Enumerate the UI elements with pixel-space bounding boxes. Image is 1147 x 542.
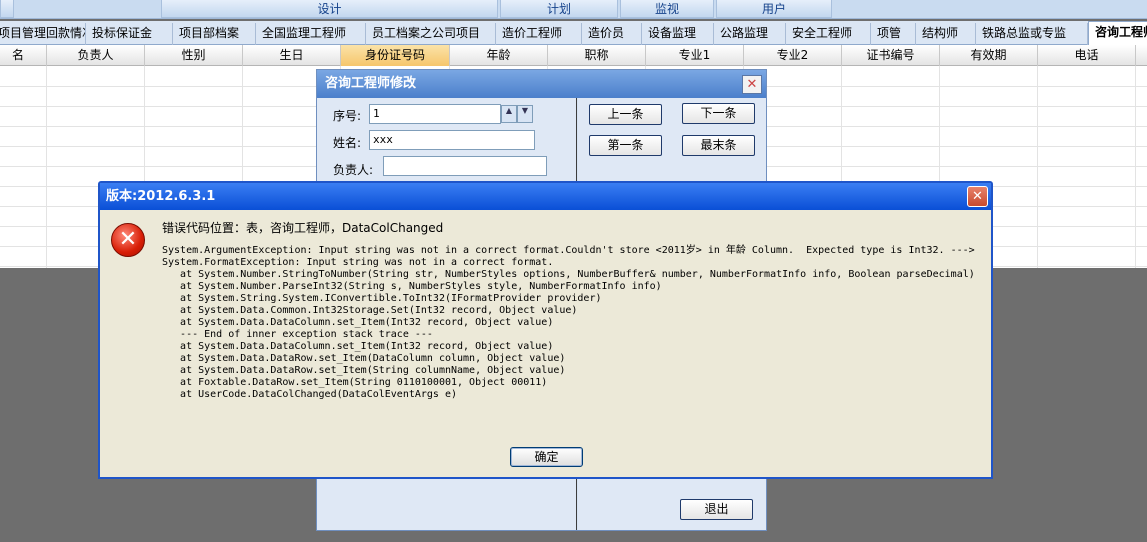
edit-window-title: 咨询工程师修改 [317,70,766,98]
sheet-tab[interactable]: 项管 [871,23,916,45]
first-record-button[interactable]: 第一条 [589,135,662,156]
column-header[interactable]: 有效期 [940,45,1038,66]
column-header[interactable]: 性别 [145,45,243,66]
sheet-tab[interactable]: 公路监理 [714,23,786,45]
sheet-tab-strip: 项目管理回款情况投标保证金项目部档案全国监理工程师员工档案之公司项目造价工程师造… [0,21,1147,46]
stack-trace-line: at System.Data.DataRow.set_Item(String c… [162,365,566,376]
sheet-tab[interactable]: 项目管理回款情况 [0,23,86,45]
stack-trace-line: at System.Number.ParseInt32(String s, Nu… [162,281,662,292]
seq-field[interactable]: 1 [369,104,501,124]
sheet-tab[interactable]: 设备监理 [642,23,714,45]
owner-field[interactable] [383,156,547,176]
ribbon-tab[interactable]: 计划 [500,0,618,18]
seq-label: 序号: [333,109,362,123]
column-header[interactable]: 负责人 [47,45,145,66]
name-field[interactable]: xxx [369,130,535,150]
edit-window-close-button[interactable]: ✕ [742,75,762,94]
stack-trace-line: at System.Data.DataColumn.set_Item(Int32… [162,317,554,328]
seq-spin-icon[interactable]: ▲ [501,105,517,123]
ok-button[interactable]: 确定 [510,447,583,467]
sheet-tab[interactable]: 安全工程师 [786,23,871,45]
stack-trace-line: System.ArgumentException: Input string w… [162,245,975,256]
stack-trace-line: at UserCode.DataColChanged(DataColEventA… [162,389,458,400]
column-header[interactable]: 名 [0,45,47,66]
sheet-tab[interactable]: 员工档案之公司项目 [366,23,496,45]
sheet-tab-active[interactable]: 咨询工程师 [1088,21,1147,46]
column-header[interactable]: 专业1 [646,45,744,66]
prev-record-button[interactable]: 上一条 [589,104,662,125]
stack-trace-line: at System.Data.DataColumn.set_Item(Int32… [162,341,554,352]
ribbon-tab[interactable] [0,0,14,18]
next-record-button[interactable]: 下一条 [682,103,755,124]
sheet-tab[interactable]: 造价员 [582,23,642,45]
error-icon: ✕ [111,223,145,257]
ribbon-tab[interactable]: 监视 [620,0,714,18]
error-location-text: 错误代码位置：表，咨询工程师，DataColChanged [162,221,444,235]
error-dialog-close-button[interactable]: ✕ [967,186,988,207]
last-record-button[interactable]: 最末条 [682,135,755,156]
seq-dropdown-icon[interactable]: ▼ [517,105,533,123]
sheet-tab[interactable]: 结构师 [916,23,976,45]
column-header[interactable]: 证书编号 [842,45,940,66]
sheet-tab[interactable]: 投标保证金 [86,23,173,45]
column-header[interactable]: 职称 [548,45,646,66]
owner-label: 负责人: [333,163,374,177]
column-header[interactable]: 生日 [243,45,341,66]
ribbon-tab[interactable]: 用户 [716,0,832,18]
grid-header: 名负责人 性别 生日 身份证号码 年龄 职称 专业1 专业2 证书编号 有效期 电话 [0,45,1147,66]
grid-column-line [46,66,47,268]
error-dialog-title: 版本:2012.6.3.1 [100,183,991,210]
stack-trace-line: at Foxtable.DataRow.set_Item(String 0110… [162,377,548,388]
error-stack-trace: System.ArgumentException: Input string w… [162,245,975,401]
column-header[interactable]: 电话 [1038,45,1136,66]
stack-trace-line: at System.Data.Common.Int32Storage.Set(I… [162,305,578,316]
error-dialog: 版本:2012.6.3.1 ✕ ✕ 错误代码位置：表，咨询工程师，DataCol… [98,181,993,479]
stack-trace-line: System.FormatException: Input string was… [162,257,554,268]
name-label: 姓名: [333,136,362,150]
sheet-tab[interactable]: 全国监理工程师 [256,23,366,45]
stack-trace-line: --- End of inner exception stack trace -… [162,329,433,340]
exit-button[interactable]: 退出 [680,499,753,520]
column-header[interactable]: 专业2 [744,45,842,66]
ribbon-tab-bar: 设计 计划 监视 用户 [0,0,1147,19]
stack-trace-line: at System.String.System.IConvertible.ToI… [162,293,602,304]
stack-trace-line: at System.Data.DataRow.set_Item(DataColu… [162,353,566,364]
column-header[interactable]: 身份证号码 [341,45,450,66]
stack-trace-line: at System.Number.StringToNumber(String s… [162,269,975,280]
grid-column-line [1037,66,1038,268]
column-header[interactable]: 年龄 [450,45,548,66]
sheet-tab[interactable]: 铁路总监或专监 [976,23,1088,45]
ribbon-tab[interactable]: 设计 [161,0,498,18]
sheet-tab[interactable]: 项目部档案 [173,23,256,45]
grid-column-line [1135,66,1136,268]
sheet-tab[interactable]: 造价工程师 [496,23,582,45]
